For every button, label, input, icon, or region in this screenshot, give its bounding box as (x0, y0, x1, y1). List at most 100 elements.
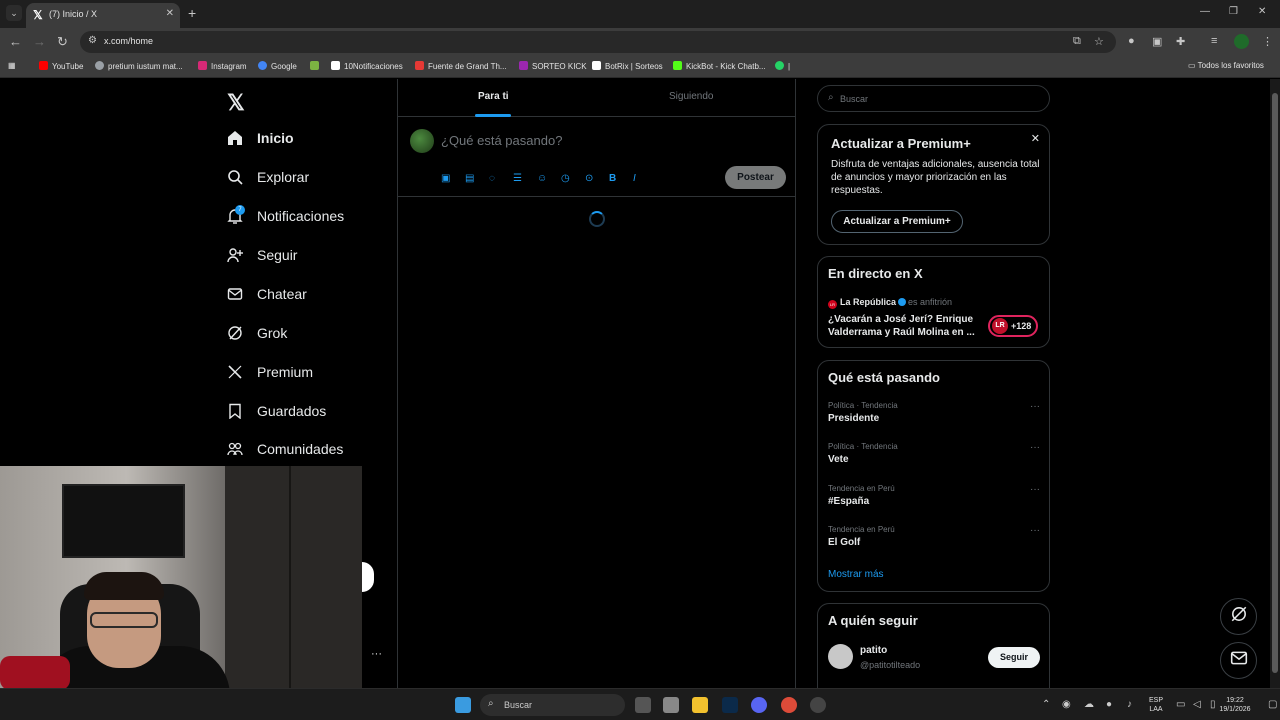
clock[interactable]: 19:22 19/1/2026 (1212, 696, 1258, 714)
tab-following[interactable]: Siguiendo (669, 91, 713, 102)
task-view-icon[interactable] (635, 697, 651, 713)
bookmark-item[interactable]: SORTEO KICK (519, 61, 587, 71)
extension-icon[interactable]: ▣ (1152, 35, 1162, 48)
follow-button[interactable]: Seguir (988, 647, 1040, 668)
gif-icon[interactable]: ▤ (465, 171, 489, 185)
back-button[interactable]: ← (9, 34, 22, 49)
post-button[interactable]: Postear (725, 166, 786, 189)
upgrade-premium-button[interactable]: Actualizar a Premium+ (831, 210, 963, 233)
tray-chevron-icon[interactable]: ⌃ (1042, 699, 1050, 710)
chrome-icon[interactable] (781, 697, 797, 713)
close-icon[interactable]: ✕ (1031, 132, 1040, 145)
bookmark-item[interactable]: pretium iustum mat... (95, 61, 183, 71)
page-scrollbar[interactable] (1270, 79, 1280, 688)
live-listeners-pill[interactable]: LR +128 (988, 315, 1038, 337)
app-icon[interactable] (663, 697, 679, 713)
bookmark-item[interactable]: BotRix | Sorteos (592, 61, 663, 71)
input-language[interactable]: ESP LAA (1146, 696, 1166, 714)
forward-button[interactable]: → (33, 34, 46, 49)
nav-item-bookmarks[interactable]: Guardados (226, 398, 326, 424)
microphone-icon[interactable]: ♪ (1127, 699, 1132, 710)
volume-icon[interactable]: ◁ (1193, 699, 1201, 710)
nav-item-explore[interactable]: Explorar (226, 164, 309, 190)
user-avatar[interactable] (410, 129, 434, 153)
all-bookmarks-folder[interactable]: ▭ Todos los favoritos (1188, 61, 1264, 70)
bookmark-item[interactable]: | (775, 61, 790, 71)
network-icon[interactable]: ▭ (1176, 699, 1185, 710)
compose-input[interactable]: ¿Qué está pasando? (441, 133, 562, 148)
bookmark-item[interactable]: Instagram (198, 61, 247, 71)
new-tab-button[interactable]: + (188, 5, 196, 21)
tray-app-icon[interactable]: ◉ (1062, 699, 1071, 710)
bookmark-item[interactable]: Fuente de Grand Th... (415, 61, 507, 71)
show-more-link[interactable]: Mostrar más (828, 569, 884, 580)
browser-tab[interactable]: 𝕏 (7) Inicio / X ✕ (26, 3, 180, 28)
photoshop-icon[interactable] (722, 697, 738, 713)
trend-item[interactable]: Tendencia en Perú #España ··· (828, 484, 1040, 507)
bookmark-item[interactable]: KickBot - Kick Chatb... (673, 61, 766, 71)
file-explorer-icon[interactable] (692, 697, 708, 713)
nav-item-communities[interactable]: Comunidades (226, 436, 343, 462)
reload-button[interactable]: ↻ (57, 34, 68, 50)
windows-start-icon[interactable] (455, 697, 471, 713)
bookmark-item[interactable]: Google (258, 61, 297, 71)
bookmark-star-icon[interactable]: ☆ (1094, 35, 1104, 48)
close-window-button[interactable]: ✕ (1258, 6, 1266, 17)
tray-app-icon[interactable]: ☁ (1084, 699, 1094, 710)
nav-item-follow[interactable]: Seguir (226, 242, 297, 268)
nav-item-chat[interactable]: Chatear (226, 281, 307, 307)
install-app-icon[interactable]: ⧉ (1073, 35, 1081, 48)
notifications-icon[interactable]: ▢ (1268, 699, 1277, 710)
avatar[interactable] (828, 644, 853, 669)
taskbar-search[interactable]: ⌕ Buscar (480, 694, 625, 716)
discord-icon[interactable] (751, 697, 767, 713)
bookmark-label: YouTube (52, 62, 84, 71)
reading-list-icon[interactable]: ≡ (1211, 35, 1217, 47)
live-headline[interactable]: ¿Vacarán a José Jerí? Enrique Valderrama… (828, 313, 984, 339)
image-icon[interactable]: ▣ (441, 171, 465, 185)
botrix-icon (592, 61, 601, 70)
minimize-button[interactable]: — (1200, 6, 1210, 17)
trend-item[interactable]: Política · Tendencia Vete ··· (828, 442, 1040, 465)
trend-item[interactable]: Tendencia en Perú El Golf ··· (828, 525, 1040, 548)
poll-icon[interactable]: ☰ (513, 171, 537, 185)
bookmark-item[interactable] (310, 61, 323, 71)
chrome-menu-icon[interactable]: ⋮ (1262, 35, 1273, 48)
more-options-icon[interactable]: ··· (1030, 484, 1040, 495)
grok-icon[interactable]: ◌ (489, 171, 513, 185)
x-logo-icon[interactable]: 𝕏 (227, 90, 245, 116)
bold-icon[interactable]: B (609, 171, 633, 185)
tab-for-you[interactable]: Para ti (478, 91, 509, 102)
more-options-icon[interactable]: ··· (1030, 442, 1040, 453)
profile-avatar[interactable] (1234, 34, 1249, 49)
follow-name[interactable]: patito (860, 645, 887, 656)
restore-button[interactable]: ❐ (1229, 6, 1238, 17)
site-info-icon[interactable]: ⚙ (88, 35, 97, 46)
extension-icon[interactable]: ● (1128, 35, 1135, 47)
tab-close-icon[interactable]: ✕ (166, 8, 174, 19)
location-icon[interactable]: ⊙ (585, 171, 609, 185)
nav-item-home[interactable]: Inicio (226, 125, 294, 151)
address-bar[interactable]: ⚙ x.com/home ⧉ ☆ (80, 31, 1116, 53)
extensions-puzzle-icon[interactable]: ✚ (1176, 35, 1185, 48)
emoji-icon[interactable]: ☺ (537, 171, 561, 185)
schedule-icon[interactable]: ◷ (561, 171, 585, 185)
nav-item-premium[interactable]: Premium (226, 359, 313, 385)
bookmark-item[interactable]: YouTube (39, 61, 83, 71)
nav-item-grok[interactable]: Grok (226, 320, 287, 346)
bookmark-item[interactable]: 10Notificaciones (331, 61, 403, 71)
tray-app-icon[interactable]: ● (1106, 699, 1112, 710)
italic-icon[interactable]: I (633, 171, 657, 185)
messages-fab[interactable] (1220, 642, 1257, 679)
app-icon[interactable] (810, 697, 826, 713)
apps-grid-icon[interactable]: ▦ (8, 61, 16, 70)
trend-item[interactable]: Política · Tendencia Presidente ··· (828, 401, 1040, 424)
grok-fab[interactable] (1220, 598, 1257, 635)
scrollbar-thumb[interactable] (1272, 93, 1278, 673)
more-options-icon[interactable]: ··· (371, 648, 382, 660)
more-options-icon[interactable]: ··· (1030, 525, 1040, 536)
search-input[interactable]: ⌕ Buscar (817, 85, 1050, 112)
more-options-icon[interactable]: ··· (1030, 401, 1040, 412)
live-host[interactable]: LR La República es anfitrión (828, 297, 952, 309)
tab-search-button[interactable]: ⌄ (6, 5, 22, 21)
